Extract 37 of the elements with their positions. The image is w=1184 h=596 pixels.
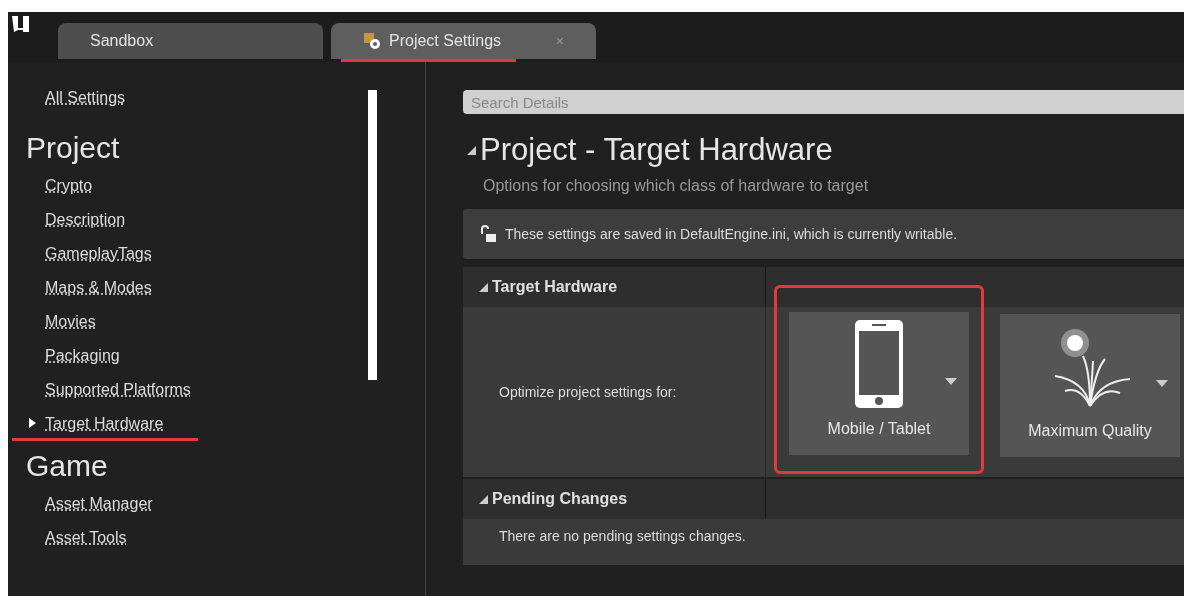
settings-category-link[interactable]: Packaging xyxy=(45,344,120,368)
hardware-option-dropdown[interactable]: Mobile / Tablet xyxy=(789,312,969,455)
logo-icon xyxy=(10,14,32,34)
settings-category-link[interactable]: Supported Platforms xyxy=(45,378,191,402)
page-subtitle: Options for choosing which class of hardware to target xyxy=(482,176,870,196)
settings-category-link[interactable]: Target Hardware xyxy=(45,412,164,436)
settings-category-link[interactable]: Maps & Modes xyxy=(45,276,152,300)
hardware-option-dropdown[interactable]: Maximum Quality xyxy=(1000,314,1180,457)
section-header[interactable]: Pending Changes xyxy=(463,479,1184,519)
collapse-triangle-icon xyxy=(467,145,476,155)
dropdown-caret-icon xyxy=(1156,380,1168,387)
settings-category-link[interactable]: Crypto xyxy=(45,174,93,198)
category-heading: Game xyxy=(26,448,109,484)
collapse-triangle-icon xyxy=(479,282,488,292)
settings-category-link[interactable]: Asset Manager xyxy=(45,492,153,516)
all-settings-link[interactable]: All Settings xyxy=(45,86,126,110)
setting-label: Optimize project settings for: xyxy=(499,382,677,402)
settings-icon xyxy=(363,32,381,50)
settings-category-link[interactable]: Description xyxy=(45,208,126,232)
unlocked-padlock-icon xyxy=(479,225,497,243)
category-heading: Project xyxy=(26,130,121,166)
page-title: Project - Target Hardware xyxy=(480,131,833,169)
scrollbar-thumb[interactable] xyxy=(368,90,377,380)
dropdown-caret-icon xyxy=(945,378,957,385)
editor-tab[interactable]: Project Settings × xyxy=(331,23,596,59)
search-field[interactable]: Search Details xyxy=(463,90,1184,114)
section-header[interactable]: Target Hardware xyxy=(463,267,1184,307)
editor-tab[interactable]: Sandbox xyxy=(58,23,323,59)
settings-category-link[interactable]: Movies xyxy=(45,310,96,334)
info-message: These settings are saved in DefaultEngine.ini, which is currently writable. xyxy=(505,224,958,244)
settings-category-link[interactable]: GameplayTags xyxy=(45,242,152,266)
collapse-triangle-icon xyxy=(479,494,488,504)
section-title: Pending Changes xyxy=(492,489,628,509)
pending-changes-message: There are no pending settings changes. xyxy=(499,528,746,544)
phone-icon xyxy=(854,319,904,409)
settings-category-link[interactable]: Asset Tools xyxy=(45,526,127,550)
section-title: Target Hardware xyxy=(492,277,618,297)
